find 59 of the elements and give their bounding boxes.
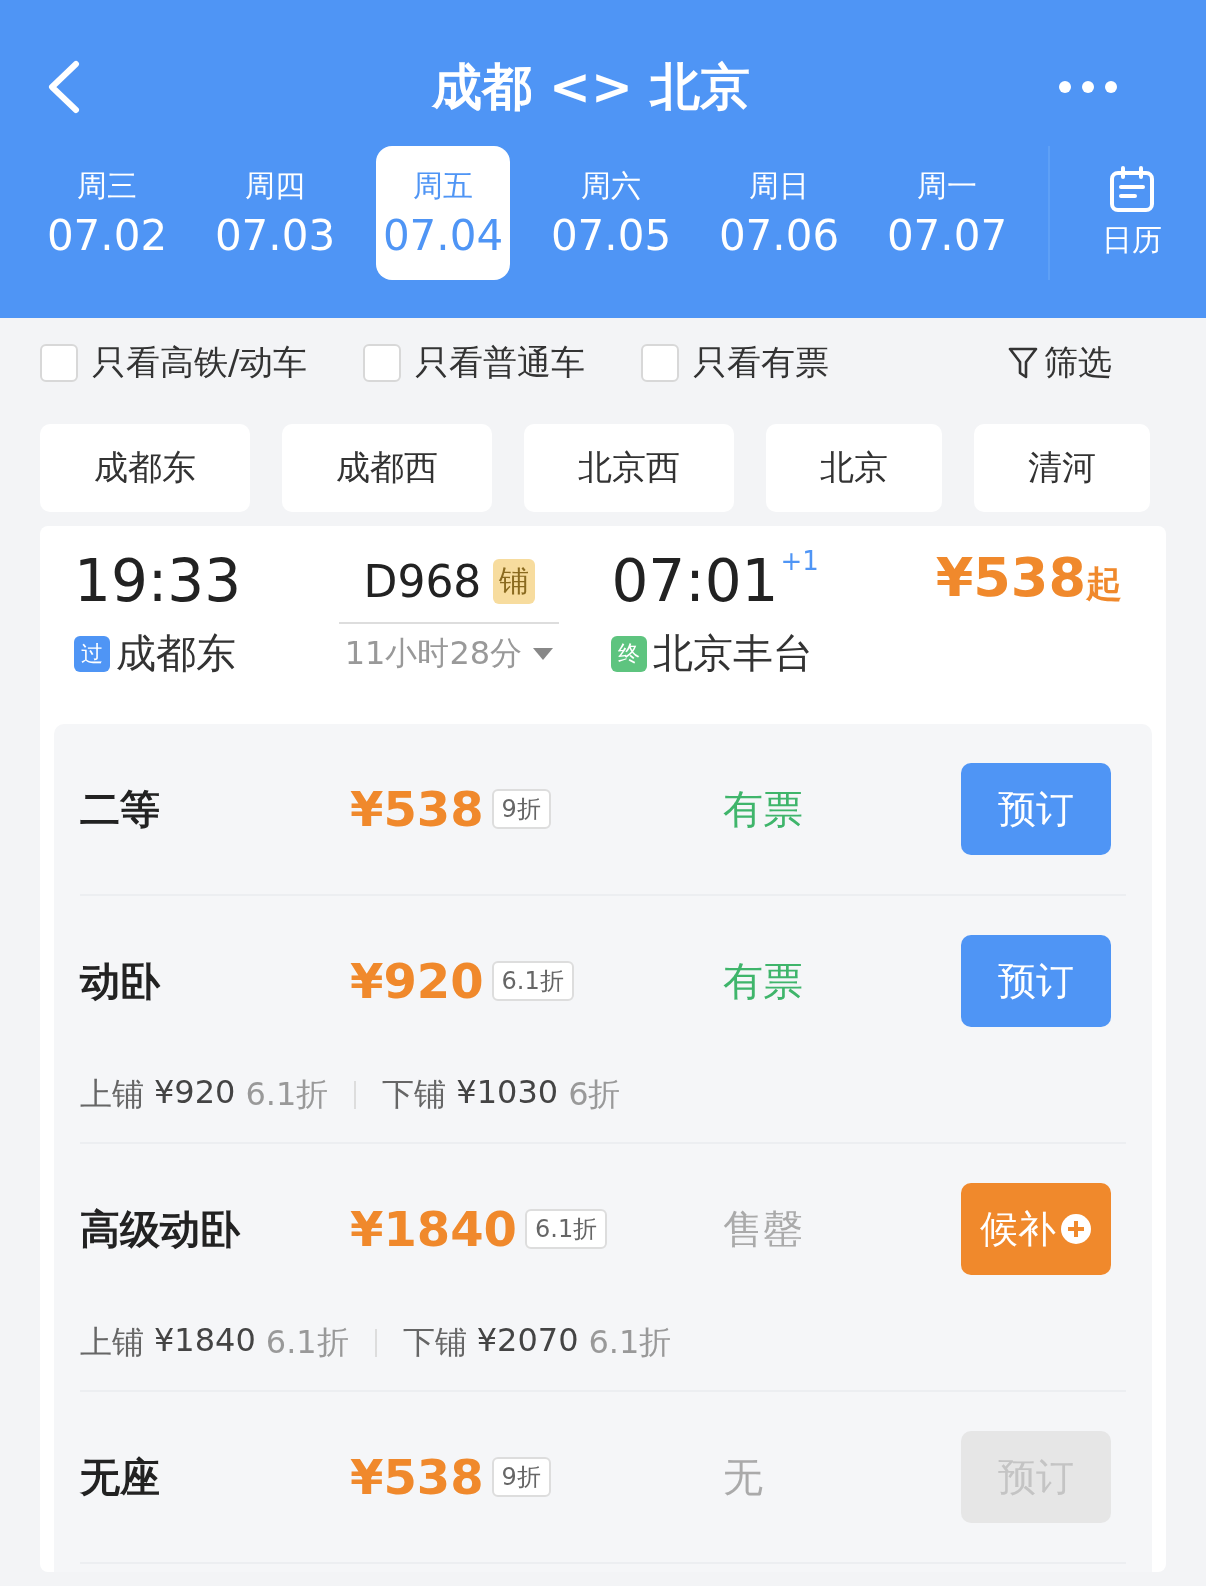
terminal-badge: 终 <box>611 635 648 672</box>
filter-button[interactable]: 筛选 <box>1008 340 1112 386</box>
station-chip[interactable]: 成都东 <box>40 424 250 512</box>
arrival-time: 07:01 <box>611 546 779 616</box>
arrival-station: 北京丰台 <box>653 629 814 678</box>
date-tab[interactable]: 周一 07.07 <box>880 146 1014 280</box>
checkbox[interactable] <box>363 344 402 382</box>
waitlist-button[interactable]: 候补 <box>961 1183 1111 1275</box>
seat-price: ¥538 <box>350 1449 484 1505</box>
discount-tag: 6.1折 <box>491 961 574 1001</box>
seat-price: ¥538 <box>350 781 484 837</box>
availability: 有票 <box>723 956 804 1006</box>
berth-badge: 铺 <box>493 558 536 604</box>
date-tab[interactable]: 周日 07.06 <box>712 146 846 280</box>
caret-icon <box>532 647 555 661</box>
duration-toggle[interactable]: 11小时28分 <box>344 632 555 676</box>
date-tab[interactable]: 周四 07.03 <box>208 146 342 280</box>
discount-tag: 9折 <box>491 1457 551 1497</box>
page-title: 成都 <> 北京 <box>431 56 751 118</box>
discount-tag: 6.1折 <box>525 1209 608 1249</box>
availability: 无 <box>723 1452 764 1502</box>
filter-label[interactable]: 只看普通车 <box>415 340 586 386</box>
checkbox[interactable] <box>641 344 680 382</box>
seat-class: 高级动卧 <box>80 1204 241 1254</box>
day-offset: +1 <box>780 546 819 576</box>
calendar-button[interactable]: 日历 <box>1048 146 1162 280</box>
date-tab[interactable]: 周三 07.02 <box>40 146 174 280</box>
seat-class: 二等 <box>80 784 161 834</box>
discount-tag: 9折 <box>491 789 551 829</box>
berth-price: 下铺 ¥1030 6折 <box>382 1073 621 1115</box>
plus-icon <box>1060 1213 1092 1245</box>
departure-station: 成都东 <box>116 629 236 678</box>
seat-price: ¥1840 <box>350 1201 517 1257</box>
seat-class: 动卧 <box>80 956 161 1006</box>
berth-price: 上铺 ¥1840 6.1折 <box>80 1321 349 1363</box>
more-icon[interactable] <box>1058 80 1118 94</box>
station-chip[interactable]: 北京西 <box>524 424 734 512</box>
book-button[interactable]: 预订 <box>961 763 1111 855</box>
station-chip[interactable]: 北京 <box>766 424 942 512</box>
funnel-icon <box>1008 346 1038 380</box>
filter-label[interactable]: 只看高铁/动车 <box>92 340 308 386</box>
seat-price: ¥920 <box>350 953 484 1009</box>
availability: 售罄 <box>723 1204 804 1254</box>
checkbox[interactable] <box>40 344 78 382</box>
book-button[interactable]: 预订 <box>961 935 1111 1027</box>
availability: 有票 <box>723 784 804 834</box>
train-number: D968 <box>363 555 482 607</box>
starting-price: ¥538起 <box>935 546 1122 609</box>
seat-class: 无座 <box>80 1452 161 1502</box>
filter-label[interactable]: 只看有票 <box>693 340 830 386</box>
departure-time: 19:33 <box>74 546 243 616</box>
station-chip[interactable]: 清河 <box>974 424 1150 512</box>
pass-badge: 过 <box>74 635 110 672</box>
date-tab[interactable]: 周六 07.05 <box>544 146 678 280</box>
berth-price: 下铺 ¥2070 6.1折 <box>402 1321 672 1363</box>
date-tab[interactable]: 周五 07.04 <box>376 146 510 280</box>
station-chip[interactable]: 成都西 <box>282 424 492 512</box>
calendar-icon <box>1108 165 1156 214</box>
berth-price: 上铺 ¥920 6.1折 <box>80 1073 329 1115</box>
